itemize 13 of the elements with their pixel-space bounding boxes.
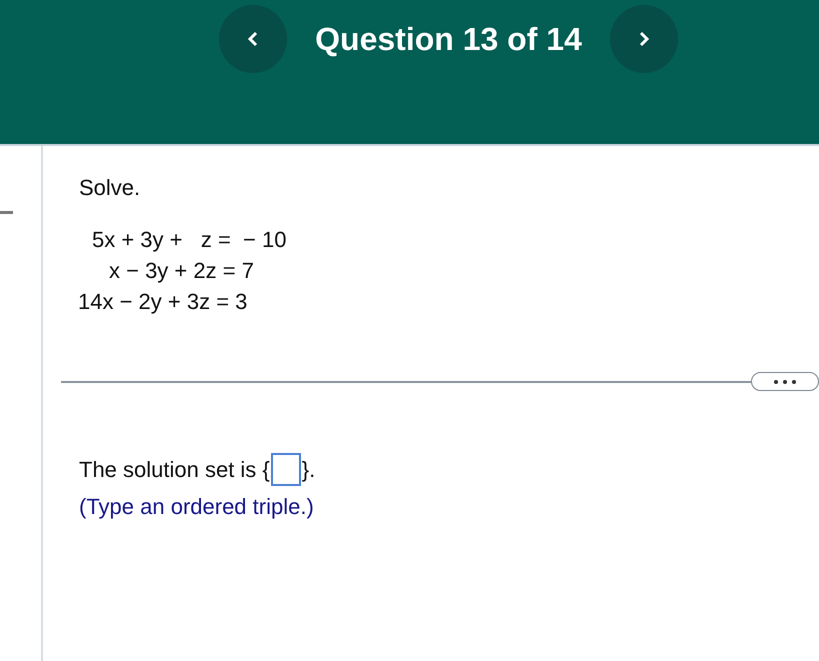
answer-hint: (Type an ordered triple.): [79, 493, 315, 521]
solution-text: The solution set is {: [79, 456, 270, 484]
equation: 5x + 3y + z = − 10: [92, 227, 286, 252]
chevron-left-icon: [248, 31, 258, 47]
solution-text-end: }.: [302, 456, 316, 484]
equation: x − 3y + 2z = 7: [109, 258, 254, 283]
more-button[interactable]: [751, 372, 819, 391]
chevron-right-icon: [638, 31, 649, 47]
question-prompt: Solve.: [78, 174, 142, 202]
equation: 14x − 2y + 3z = 3: [78, 289, 248, 314]
question-counter: Question 13 of 14: [315, 20, 582, 59]
answer-field[interactable]: [270, 453, 301, 486]
more-icon: [774, 380, 796, 384]
